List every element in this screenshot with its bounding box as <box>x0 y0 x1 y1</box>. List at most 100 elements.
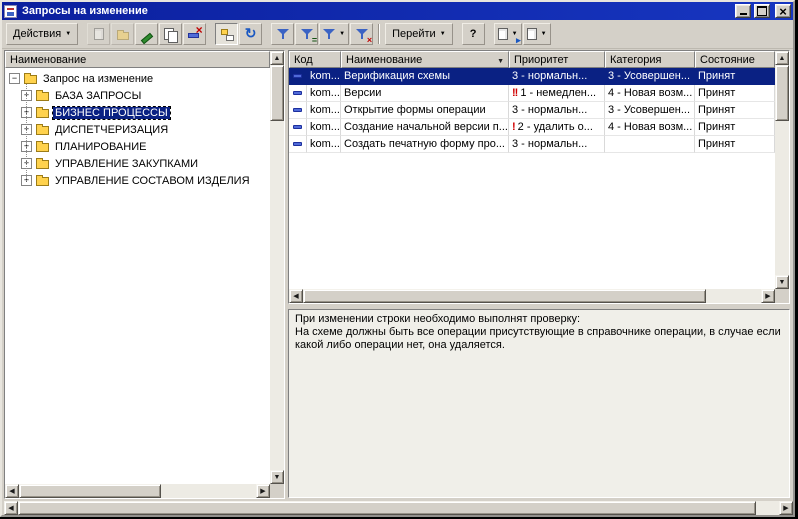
filter-by-value-overlay-icon: = <box>311 35 318 45</box>
add-icon <box>93 28 104 40</box>
scroll-up-icon[interactable] <box>775 51 789 65</box>
scrollbar-thumb[interactable] <box>270 65 284 121</box>
tree-item-baza-zaprosy[interactable]: БАЗА ЗАПРОСЫ <box>21 87 270 104</box>
titlebar[interactable]: Запросы на изменение <box>2 2 793 20</box>
column-header-code[interactable]: Код <box>289 51 341 68</box>
description-line: При изменении строки необходимо выполнят… <box>295 313 581 325</box>
cell-priority: 3 - нормальн... <box>509 102 605 119</box>
edit-icon <box>140 28 153 41</box>
scrollbar-track[interactable] <box>270 65 284 470</box>
scrollbar-thumb[interactable] <box>19 484 162 498</box>
filter-sort-button[interactable] <box>271 23 295 45</box>
actions-button-label: Действия <box>13 28 62 40</box>
tree-root-label: Запрос на изменение <box>43 72 154 85</box>
list-settings-button[interactable] <box>522 23 551 45</box>
table-row[interactable]: kom... Создание начальной версии п... ! 2… <box>289 119 775 136</box>
expand-icon[interactable] <box>21 124 32 135</box>
scroll-left-icon[interactable] <box>289 289 303 303</box>
filter-history-icon <box>323 28 336 40</box>
hierarchy-view-button[interactable] <box>215 23 239 45</box>
scroll-right-icon[interactable] <box>761 289 775 303</box>
scroll-right-icon[interactable] <box>779 501 793 515</box>
minimize-button[interactable] <box>735 4 751 18</box>
cell-category: 4 - Новая возм... <box>605 119 695 136</box>
item-icon <box>293 91 302 95</box>
scrollbar-track[interactable] <box>775 65 789 275</box>
scrollbar-track[interactable] <box>18 501 779 515</box>
cell-category: 4 - Новая возм... <box>605 85 695 102</box>
scrollbar-track[interactable] <box>303 289 761 303</box>
scrollbar-track[interactable] <box>19 484 256 498</box>
tree-item-upravlenie-zakupkami[interactable]: УПРАВЛЕНИЕ ЗАКУПКАМИ <box>21 155 270 172</box>
priority-text: 1 - немедлен... <box>520 87 597 99</box>
add-group-button[interactable] <box>111 23 135 45</box>
scroll-left-icon[interactable] <box>4 501 18 515</box>
column-header-category[interactable]: Категория <box>605 51 695 68</box>
priority-text: 3 - нормальн... <box>512 104 588 116</box>
row-icon-cell <box>289 119 307 136</box>
table-hscrollbar[interactable] <box>289 289 775 303</box>
collapse-icon[interactable] <box>9 73 20 84</box>
tree-vscrollbar[interactable] <box>270 51 284 484</box>
expand-icon[interactable] <box>21 158 32 169</box>
add-button[interactable] <box>87 23 111 45</box>
list-settings-icon <box>526 28 537 40</box>
table-vscrollbar[interactable] <box>775 51 789 289</box>
tree-root[interactable]: Запрос на изменение <box>9 70 270 87</box>
tree-item-dispetcherizaciya[interactable]: ДИСПЕТЧЕРИЗАЦИЯ <box>21 121 270 138</box>
cell-category <box>605 136 695 153</box>
tree-hscrollbar[interactable] <box>5 484 270 498</box>
output-list-button[interactable]: ▸ <box>493 23 522 45</box>
scroll-up-icon[interactable] <box>270 51 284 65</box>
actions-button[interactable]: Действия <box>6 23 79 45</box>
scroll-left-icon[interactable] <box>5 484 19 498</box>
column-header-priority[interactable]: Приоритет <box>509 51 605 68</box>
filter-by-value-button[interactable]: = <box>295 23 319 45</box>
clear-filter-icon <box>355 28 368 40</box>
column-header-name[interactable]: Наименование <box>341 51 509 68</box>
edit-button[interactable] <box>135 23 159 45</box>
expand-icon[interactable] <box>21 175 32 186</box>
refresh-button[interactable] <box>239 23 263 45</box>
scrollbar-corner <box>270 484 284 498</box>
table-row[interactable]: kom... Открытие формы операции 3 - норма… <box>289 102 775 119</box>
scrollbar-thumb[interactable] <box>775 65 789 121</box>
expand-icon[interactable] <box>21 141 32 152</box>
close-button[interactable] <box>775 4 791 18</box>
expand-icon[interactable] <box>21 90 32 101</box>
mark-deletion-button[interactable] <box>183 23 207 45</box>
form-hscrollbar[interactable] <box>4 501 793 515</box>
catalog-icon <box>24 73 37 84</box>
copy-button[interactable] <box>159 23 183 45</box>
cell-code: kom... <box>307 85 341 102</box>
tree-item-biznes-processy[interactable]: БИЗНЕС ПРОЦЕССЫ <box>21 104 270 121</box>
description-line: На схеме должны быть все операции присут… <box>295 326 781 351</box>
scroll-down-icon[interactable] <box>270 470 284 484</box>
table-row[interactable]: kom... Верификация схемы 3 - нормальн...… <box>289 68 775 85</box>
goto-button[interactable]: Перейти <box>385 23 453 45</box>
scrollbar-thumb[interactable] <box>303 289 707 303</box>
help-button[interactable]: ? <box>461 23 485 45</box>
column-header-state[interactable]: Состояние <box>695 51 775 68</box>
tree-column-header[interactable]: Наименование <box>5 51 270 68</box>
filter-history-button[interactable] <box>319 23 350 45</box>
filter-by-value-icon <box>300 28 313 40</box>
urgency-icon: ! <box>512 121 516 133</box>
scrollbar-thumb[interactable] <box>18 501 757 515</box>
scroll-right-icon[interactable] <box>256 484 270 498</box>
expand-icon[interactable] <box>21 107 32 118</box>
help-icon: ? <box>469 28 477 40</box>
urgency-icon: !! <box>512 87 518 99</box>
filter-sort-icon <box>276 28 289 40</box>
scroll-down-icon[interactable] <box>775 275 789 289</box>
table-row[interactable]: kom... Создать печатную форму про... 3 -… <box>289 136 775 153</box>
maximize-button[interactable] <box>754 4 770 18</box>
column-header-label: Наименование <box>346 53 423 66</box>
table-row[interactable]: kom... Версии !! 1 - немедлен... 4 - Нова… <box>289 85 775 102</box>
tree-item-planirovanie[interactable]: ПЛАНИРОВАНИЕ <box>21 138 270 155</box>
window-icon <box>4 4 17 18</box>
tree-item-upravlenie-sostavom-izdeliya[interactable]: УПРАВЛЕНИЕ СОСТАВОМ ИЗДЕЛИЯ <box>21 172 270 189</box>
clear-filter-button[interactable]: × <box>350 23 374 45</box>
cell-name: Создание начальной версии п... <box>341 119 509 136</box>
cell-name: Создать печатную форму про... <box>341 136 509 153</box>
